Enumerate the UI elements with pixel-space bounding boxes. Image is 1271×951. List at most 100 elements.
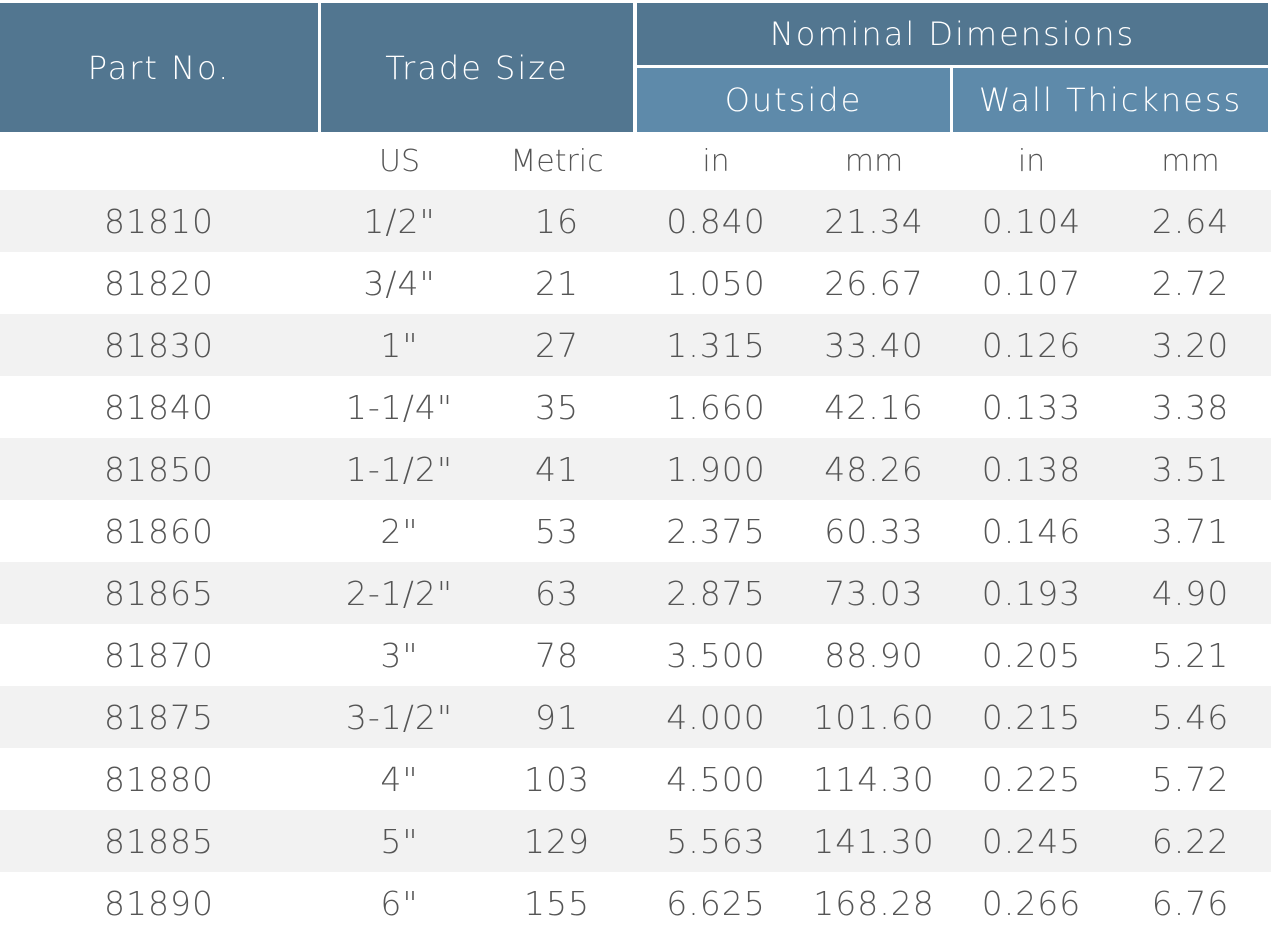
cell-outside-in: 2.375 (666, 511, 766, 551)
cell-trade-size-metric: 91 (535, 697, 579, 737)
cell-trade-size-us: 5" (380, 821, 419, 861)
cell-outside-in: 6.625 (666, 883, 766, 923)
cell-trade-size-us: 1" (380, 325, 419, 365)
table-row: 81840 1-1/4" 35 1.660 42.16 0.133 3.38 (0, 376, 1271, 438)
cell-outside-mm: 141.30 (813, 821, 935, 861)
cell-outside-mm: 114.30 (813, 759, 935, 799)
cell-part-no: 81870 (104, 635, 214, 675)
cell-trade-size-us: 2-1/2" (345, 573, 454, 613)
table-row: 81870 3" 78 3.500 88.90 0.205 5.21 (0, 624, 1271, 686)
cell-trade-size-metric: 21 (535, 263, 579, 303)
cell-wall-mm: 3.20 (1151, 325, 1230, 365)
units-row: US Metric in mm in mm (0, 132, 1271, 190)
cell-outside-mm: 60.33 (824, 511, 924, 551)
cell-part-no: 81890 (104, 883, 214, 923)
unit-outside-in: in (702, 143, 730, 179)
cell-outside-mm: 73.03 (824, 573, 924, 613)
cell-trade-size-metric: 53 (535, 511, 579, 551)
cell-wall-in: 0.245 (981, 821, 1082, 861)
cell-outside-in: 4.000 (666, 697, 766, 737)
cell-part-no: 81860 (104, 511, 214, 551)
cell-part-no: 81840 (104, 387, 214, 427)
table-row: 81850 1-1/2" 41 1.900 48.26 0.138 3.51 (0, 438, 1271, 500)
unit-trade-us: US (378, 143, 420, 179)
table-row: 81885 5" 129 5.563 141.30 0.245 6.22 (0, 810, 1271, 872)
unit-outside-mm: mm (844, 143, 904, 179)
cell-outside-mm: 168.28 (813, 883, 935, 923)
cell-wall-in: 0.215 (981, 697, 1082, 737)
cell-outside-in: 5.563 (666, 821, 766, 861)
cell-part-no: 81830 (104, 325, 214, 365)
cell-outside-mm: 26.67 (824, 263, 924, 303)
cell-wall-in: 0.133 (981, 387, 1082, 427)
cell-outside-mm: 21.34 (824, 201, 924, 241)
cell-wall-in: 0.193 (981, 573, 1082, 613)
cell-trade-size-us: 1/2" (363, 201, 436, 241)
cell-wall-mm: 2.64 (1151, 201, 1230, 241)
table-row: 81820 3/4" 21 1.050 26.67 0.107 2.72 (0, 252, 1271, 314)
cell-wall-mm: 3.71 (1151, 511, 1230, 551)
header-nominal-dimensions: Nominal Dimensions (637, 3, 1268, 65)
cell-outside-mm: 88.90 (824, 635, 924, 675)
cell-wall-in: 0.126 (981, 325, 1082, 365)
cell-wall-mm: 6.22 (1151, 821, 1230, 861)
cell-trade-size-metric: 16 (535, 201, 579, 241)
cell-outside-mm: 33.40 (824, 325, 924, 365)
cell-trade-size-us: 4" (380, 759, 419, 799)
cell-trade-size-us: 3-1/2" (345, 697, 454, 737)
cell-part-no: 81810 (104, 201, 214, 241)
unit-wall-mm: mm (1161, 143, 1220, 179)
cell-outside-in: 3.500 (666, 635, 766, 675)
table-row: 81865 2-1/2" 63 2.875 73.03 0.193 4.90 (0, 562, 1271, 624)
cell-part-no: 81875 (104, 697, 214, 737)
cell-outside-in: 0.840 (666, 201, 766, 241)
header-wall-thickness: Wall Thickness (953, 68, 1268, 132)
cell-outside-in: 1.050 (666, 263, 766, 303)
cell-wall-mm: 3.38 (1151, 387, 1230, 427)
cell-wall-in: 0.266 (981, 883, 1082, 923)
cell-wall-mm: 2.72 (1151, 263, 1230, 303)
cell-wall-mm: 4.90 (1151, 573, 1230, 613)
cell-trade-size-us: 6" (380, 883, 419, 923)
table-row: 81860 2" 53 2.375 60.33 0.146 3.71 (0, 500, 1271, 562)
cell-outside-mm: 101.60 (813, 697, 935, 737)
cell-wall-in: 0.225 (981, 759, 1082, 799)
cell-wall-mm: 5.72 (1151, 759, 1230, 799)
cell-trade-size-metric: 35 (535, 387, 579, 427)
table-row: 81890 6" 155 6.625 168.28 0.266 6.76 (0, 872, 1271, 934)
cell-trade-size-metric: 41 (535, 449, 579, 489)
cell-outside-mm: 48.26 (824, 449, 924, 489)
cell-part-no: 81820 (104, 263, 214, 303)
cell-outside-in: 1.660 (666, 387, 766, 427)
table-row: 81875 3-1/2" 91 4.000 101.60 0.215 5.46 (0, 686, 1271, 748)
header-trade-size: Trade Size (321, 3, 633, 132)
table-row: 81880 4" 103 4.500 114.30 0.225 5.72 (0, 748, 1271, 810)
cell-trade-size-us: 1-1/4" (345, 387, 454, 427)
cell-trade-size-metric: 63 (535, 573, 579, 613)
cell-trade-size-metric: 103 (524, 759, 590, 799)
cell-wall-in: 0.107 (981, 263, 1082, 303)
cell-wall-in: 0.205 (981, 635, 1082, 675)
cell-trade-size-us: 3" (380, 635, 419, 675)
cell-wall-in: 0.138 (981, 449, 1082, 489)
cell-outside-in: 4.500 (666, 759, 766, 799)
cell-wall-mm: 6.76 (1151, 883, 1230, 923)
header-outside: Outside (637, 68, 950, 132)
header-part-no: Part No. (0, 3, 318, 132)
cell-wall-in: 0.146 (981, 511, 1082, 551)
cell-wall-mm: 3.51 (1151, 449, 1230, 489)
cell-part-no: 81885 (104, 821, 214, 861)
cell-wall-in: 0.104 (981, 201, 1082, 241)
cell-trade-size-metric: 155 (524, 883, 590, 923)
cell-trade-size-us: 1-1/2" (345, 449, 454, 489)
unit-wall-in: in (1017, 143, 1046, 179)
cell-part-no: 81880 (104, 759, 214, 799)
unit-trade-metric: Metric (510, 143, 604, 179)
cell-part-no: 81865 (104, 573, 214, 613)
cell-outside-in: 1.900 (666, 449, 766, 489)
cell-wall-mm: 5.21 (1151, 635, 1230, 675)
table-row: 81830 1" 27 1.315 33.40 0.126 3.20 (0, 314, 1271, 376)
cell-trade-size-metric: 129 (524, 821, 590, 861)
cell-trade-size-metric: 78 (535, 635, 579, 675)
cell-trade-size-us: 2" (380, 511, 419, 551)
